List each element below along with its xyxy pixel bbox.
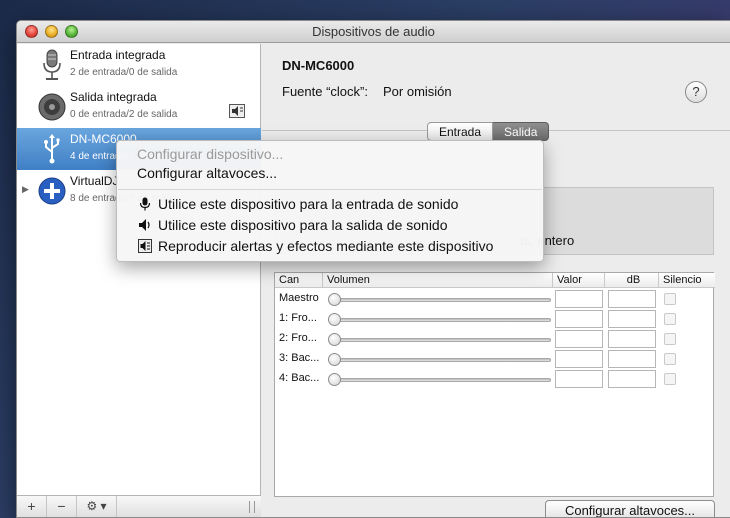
volume-slider-knob[interactable] (328, 333, 341, 346)
window-title: Dispositivos de audio (312, 24, 435, 39)
volume-slider-track[interactable] (331, 298, 551, 302)
col-header-channel[interactable]: Can (275, 273, 323, 288)
channel-label: 1: Fro... (279, 312, 317, 324)
channel-label: 2: Fro... (279, 332, 317, 344)
volume-slider-track[interactable] (331, 318, 551, 322)
volume-slider-track[interactable] (331, 338, 551, 342)
audio-devices-window: Dispositivos de audio Entrada integrada … (16, 20, 730, 518)
col-header-db[interactable]: dB (605, 273, 659, 288)
table-row: Maestro (275, 289, 715, 309)
title-bar[interactable]: Dispositivos de audio (17, 21, 730, 43)
clock-source-label: Fuente “clock”: (282, 84, 368, 99)
volume-slider-track[interactable] (331, 358, 551, 362)
table-row: 1: Fro... (275, 309, 715, 329)
usb-icon (44, 134, 60, 164)
tab-salida[interactable]: Salida (493, 122, 550, 141)
device-item-built-in-input[interactable]: Entrada integrada 2 de entrada/0 de sali… (17, 44, 261, 86)
menu-item-use-for-input[interactable]: Utilice este dispositivo para la entrada… (158, 196, 458, 212)
disclosure-triangle-icon[interactable]: ▶ (22, 184, 29, 195)
device-channels: 0 de entrada/2 de salida (70, 109, 178, 120)
device-title: DN-MC6000 (282, 58, 355, 73)
alert-speaker-icon (229, 104, 245, 118)
menu-item-use-for-output[interactable]: Utilice este dispositivo para la salida … (158, 217, 448, 233)
clock-source-value[interactable]: Por omisión (383, 84, 452, 99)
db-field[interactable] (608, 290, 656, 308)
volume-slider-knob[interactable] (328, 353, 341, 366)
mute-checkbox[interactable] (664, 313, 676, 325)
gear-menu-button[interactable]: ⚙ ▾ (77, 496, 117, 517)
add-device-button[interactable]: + (17, 496, 47, 517)
col-header-value[interactable]: Valor (553, 273, 605, 288)
channel-label: 4: Bac... (279, 372, 320, 384)
col-header-volume[interactable]: Volumen (323, 273, 553, 288)
sidebar-toolbar: + − ⚙ ▾ (17, 495, 261, 517)
table-row: 2: Fro... (275, 329, 715, 349)
configure-speakers-button[interactable]: Configurar altavoces... (545, 500, 715, 517)
value-field[interactable] (555, 290, 603, 308)
value-field[interactable] (555, 350, 603, 368)
alert-speaker-icon (138, 239, 152, 253)
device-list: Entrada integrada 2 de entrada/0 de sali… (17, 44, 261, 517)
value-field[interactable] (555, 370, 603, 388)
remove-device-button[interactable]: − (47, 496, 77, 517)
menu-item-alerts-and-effects[interactable]: Reproducir alertas y efectos mediante es… (158, 238, 493, 254)
menu-separator (118, 189, 542, 190)
db-field[interactable] (608, 350, 656, 368)
channel-label: 3: Bac... (279, 352, 320, 364)
speaker-icon (139, 219, 150, 231)
microphone-icon (139, 197, 151, 211)
volume-slider-knob[interactable] (328, 373, 341, 386)
device-context-menu: Configurar dispositivo... Configurar alt… (116, 140, 544, 262)
volume-slider-track[interactable] (331, 378, 551, 382)
table-row: 3: Bac... (275, 349, 715, 369)
device-name: VirtualDJ (70, 174, 119, 188)
device-item-built-in-output[interactable]: Salida integrada 0 de entrada/2 de salid… (17, 86, 261, 128)
speaker-icon (38, 93, 66, 121)
resize-grip-icon[interactable] (249, 501, 255, 513)
device-name: Salida integrada (70, 90, 157, 104)
aggregate-plus-icon (38, 177, 66, 205)
db-field[interactable] (608, 370, 656, 388)
mute-checkbox[interactable] (664, 353, 676, 365)
volume-slider-knob[interactable] (328, 313, 341, 326)
device-detail-pane: DN-MC6000 Fuente “clock”: Por omisión ? … (262, 44, 730, 517)
channel-label: Maestro (279, 292, 319, 304)
help-button[interactable]: ? (685, 81, 707, 103)
device-name: Entrada integrada (70, 48, 166, 62)
mute-checkbox[interactable] (664, 293, 676, 305)
mute-checkbox[interactable] (664, 373, 676, 385)
menu-item-configure-device[interactable]: Configurar dispositivo... (137, 146, 283, 162)
col-header-mute[interactable]: Silencio (659, 273, 715, 288)
io-tabs: Entrada Salida (427, 122, 550, 141)
menu-item-configure-speakers[interactable]: Configurar altavoces... (137, 165, 277, 181)
tab-entrada[interactable]: Entrada (427, 122, 494, 141)
db-field[interactable] (608, 330, 656, 348)
value-field[interactable] (555, 310, 603, 328)
mute-checkbox[interactable] (664, 333, 676, 345)
db-field[interactable] (608, 310, 656, 328)
value-field[interactable] (555, 330, 603, 348)
microphone-icon (43, 49, 61, 80)
table-row: 4: Bac... (275, 369, 715, 389)
channel-volume-table: Can Volumen Valor dB Silencio Maestro 1:… (274, 272, 715, 497)
volume-slider-knob[interactable] (328, 293, 341, 306)
device-channels: 2 de entrada/0 de salida (70, 67, 178, 78)
